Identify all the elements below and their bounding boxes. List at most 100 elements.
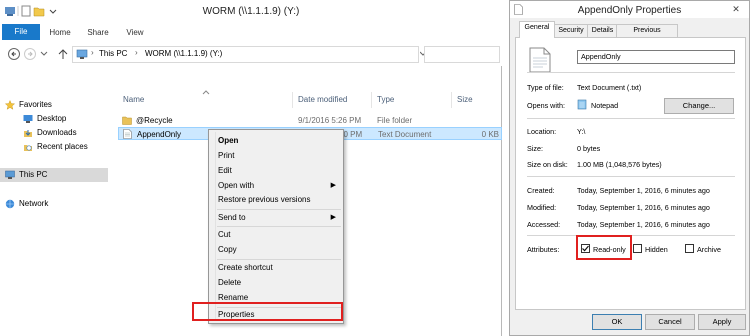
breadcrumb-this-pc[interactable]: This PC xyxy=(99,49,127,58)
tab-general[interactable]: General xyxy=(519,21,555,38)
hidden-label: Hidden xyxy=(645,245,668,254)
up-icon[interactable] xyxy=(58,48,68,60)
menu-item-send-to[interactable]: Send to ▶ xyxy=(218,211,340,225)
this-pc-icon xyxy=(5,170,15,180)
back-icon[interactable] xyxy=(8,48,20,60)
file-size: 0 KB xyxy=(481,130,499,139)
accessed-label: Accessed: xyxy=(527,220,561,229)
column-headers: Name Date modified Type Size xyxy=(115,90,502,108)
nav-downloads[interactable]: Downloads xyxy=(23,126,77,140)
tab-file[interactable]: File xyxy=(2,24,40,40)
tab-details[interactable]: Details xyxy=(587,24,618,37)
menu-item-label: Print xyxy=(218,151,235,160)
file-type: File folder xyxy=(377,116,413,125)
size-on-disk-value: 1.00 MB (1,048,576 bytes) xyxy=(577,160,662,169)
breadcrumb-separator: › xyxy=(135,48,138,57)
divider xyxy=(527,176,735,177)
recent-places-icon xyxy=(23,142,33,152)
apply-button[interactable]: Apply xyxy=(698,314,746,330)
nav-favorites[interactable]: Favorites xyxy=(5,98,52,112)
modified-label: Modified: xyxy=(527,203,557,212)
file-name: @Recycle xyxy=(136,116,173,125)
ok-button[interactable]: OK xyxy=(592,314,642,330)
tab-security[interactable]: Security xyxy=(553,24,589,37)
breadcrumb-drive[interactable]: WORM (\\1.1.1.9) (Y:) xyxy=(145,49,222,58)
menu-item-create-shortcut[interactable]: Create shortcut xyxy=(218,261,340,275)
search-input[interactable] xyxy=(424,46,500,63)
menu-item-label: Cut xyxy=(218,230,231,239)
sort-chevron-icon xyxy=(202,90,210,95)
change-button[interactable]: Change... xyxy=(664,98,734,114)
computer-icon xyxy=(76,49,88,60)
address-row: › This PC › WORM (\\1.1.1.9) (Y:) xyxy=(0,42,502,66)
menu-item-open[interactable]: Open xyxy=(218,134,340,148)
properties-title: AppendOnly Properties xyxy=(577,5,682,16)
column-size[interactable]: Size xyxy=(457,95,473,104)
column-type[interactable]: Type xyxy=(377,95,394,104)
text-file-icon xyxy=(123,129,132,139)
modified-value: Today, September 1, 2016, 6 minutes ago xyxy=(577,203,710,212)
file-row[interactable]: @Recycle 9/1/2016 5:26 PM File folder xyxy=(118,114,502,127)
menu-item-label: Edit xyxy=(218,166,232,175)
menu-item-open-with[interactable]: Open with ▶ xyxy=(218,179,340,193)
column-divider[interactable] xyxy=(371,92,372,108)
location-value: Y:\ xyxy=(577,127,586,136)
archive-checkbox[interactable] xyxy=(685,244,694,253)
file-name-field[interactable]: AppendOnly xyxy=(577,50,735,64)
menu-item-edit[interactable]: Edit xyxy=(218,164,340,178)
folder-icon xyxy=(122,116,132,125)
nav-desktop-label: Desktop xyxy=(37,114,67,123)
attributes-label: Attributes: xyxy=(527,245,560,254)
nav-desktop[interactable]: Desktop xyxy=(23,112,66,126)
history-dropdown-icon[interactable] xyxy=(40,50,48,58)
created-value: Today, September 1, 2016, 6 minutes ago xyxy=(577,186,710,195)
nav-downloads-label: Downloads xyxy=(37,128,77,137)
nav-network[interactable]: Network xyxy=(5,197,48,211)
menu-item-cut[interactable]: Cut xyxy=(218,228,340,242)
address-bar[interactable]: › This PC › WORM (\\1.1.1.9) (Y:) xyxy=(72,46,419,63)
network-icon xyxy=(5,199,15,209)
desktop-icon xyxy=(23,114,33,124)
location-label: Location: xyxy=(527,127,557,136)
tab-home[interactable]: Home xyxy=(46,25,74,40)
tab-view[interactable]: View xyxy=(122,25,148,40)
menu-item-label: Open with xyxy=(218,181,255,190)
accessed-value: Today, September 1, 2016, 6 minutes ago xyxy=(577,220,710,229)
tab-previous-versions[interactable]: Previous Versions xyxy=(616,24,678,46)
cancel-button[interactable]: Cancel xyxy=(645,314,695,330)
column-divider[interactable] xyxy=(292,92,293,108)
hidden-checkbox[interactable] xyxy=(633,244,642,253)
nav-recent-places[interactable]: Recent places xyxy=(23,140,88,154)
menu-item-label: Copy xyxy=(218,245,237,254)
column-date-modified[interactable]: Date modified xyxy=(298,95,347,104)
downloads-icon xyxy=(23,128,33,138)
menu-item-restore-previous-versions[interactable]: Restore previous versions xyxy=(218,193,340,207)
general-tab-panel: AppendOnly Type of file: Text Document (… xyxy=(515,37,746,310)
file-name: AppendOnly xyxy=(137,130,182,139)
notepad-icon xyxy=(577,99,587,110)
column-divider[interactable] xyxy=(451,92,452,108)
tab-share[interactable]: Share xyxy=(84,25,112,40)
menu-item-label: Send to xyxy=(218,213,246,222)
properties-title-bar: AppendOnly Properties ✕ xyxy=(510,1,749,18)
nav-this-pc[interactable]: This PC xyxy=(0,168,108,182)
menu-separator xyxy=(217,209,341,210)
menu-item-print[interactable]: Print xyxy=(218,149,340,163)
nav-favorites-label: Favorites xyxy=(19,100,52,109)
star-icon xyxy=(5,99,15,110)
file-date: 9/1/2016 5:26 PM xyxy=(298,116,362,125)
forward-icon[interactable] xyxy=(24,48,36,60)
context-menu: Open Print Edit Open with ▶ Restore previ… xyxy=(208,129,344,324)
menu-item-delete[interactable]: Delete xyxy=(218,276,340,290)
read-only-highlight-box xyxy=(576,235,632,260)
close-icon[interactable]: ✕ xyxy=(725,2,747,16)
menu-item-copy[interactable]: Copy xyxy=(218,243,340,257)
file-name-value: AppendOnly xyxy=(581,52,621,61)
created-label: Created: xyxy=(527,186,555,195)
column-name[interactable]: Name xyxy=(123,95,144,104)
file-type: Text Document xyxy=(378,130,432,139)
size-label: Size: xyxy=(527,144,543,153)
size-on-disk-label: Size on disk: xyxy=(527,160,568,169)
type-of-file-value: Text Document (.txt) xyxy=(577,83,642,92)
nav-this-pc-label: This PC xyxy=(19,170,48,179)
